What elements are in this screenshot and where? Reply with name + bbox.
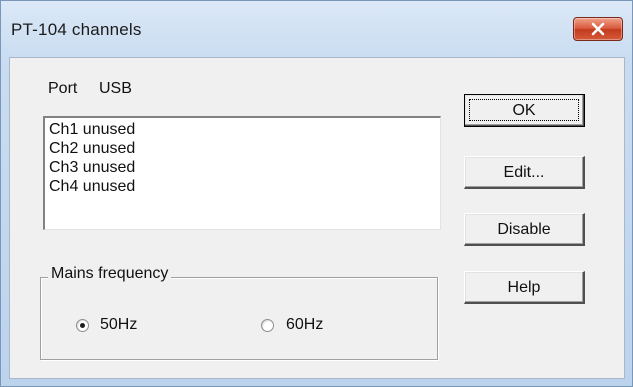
- close-icon: [591, 22, 605, 36]
- help-button[interactable]: Help: [464, 271, 585, 304]
- radio-50hz[interactable]: [76, 319, 89, 332]
- mains-frequency-label: Mains frequency: [48, 265, 172, 283]
- radio-60hz[interactable]: [261, 319, 274, 332]
- port-label: Port: [48, 80, 78, 97]
- title-bar[interactable]: PT-104 channels: [1, 1, 632, 56]
- list-item[interactable]: Ch3 unused: [49, 158, 135, 177]
- window-title: PT-104 channels: [11, 20, 142, 39]
- close-button[interactable]: [573, 17, 623, 41]
- channels-listbox[interactable]: Ch1 unused Ch2 unused Ch3 unused Ch4 unu…: [43, 116, 441, 230]
- radio-selected-dot: [80, 323, 85, 328]
- ok-button-label: OK: [512, 101, 536, 119]
- radio-60hz-label[interactable]: 60Hz: [286, 316, 323, 334]
- edit-button[interactable]: Edit...: [464, 156, 585, 189]
- list-item[interactable]: Ch4 unused: [49, 177, 135, 196]
- dialog-window: PT-104 channels Port USB Ch1 unused Ch2 …: [0, 0, 633, 387]
- disable-button[interactable]: Disable: [464, 213, 585, 246]
- port-value: USB: [99, 80, 132, 97]
- list-item[interactable]: Ch2 unused: [49, 139, 135, 158]
- dialog-client-area: Port USB Ch1 unused Ch2 unused Ch3 unuse…: [9, 57, 625, 379]
- ok-button[interactable]: OK: [464, 94, 585, 127]
- list-item[interactable]: Ch1 unused: [49, 120, 135, 139]
- radio-50hz-label[interactable]: 50Hz: [100, 316, 137, 334]
